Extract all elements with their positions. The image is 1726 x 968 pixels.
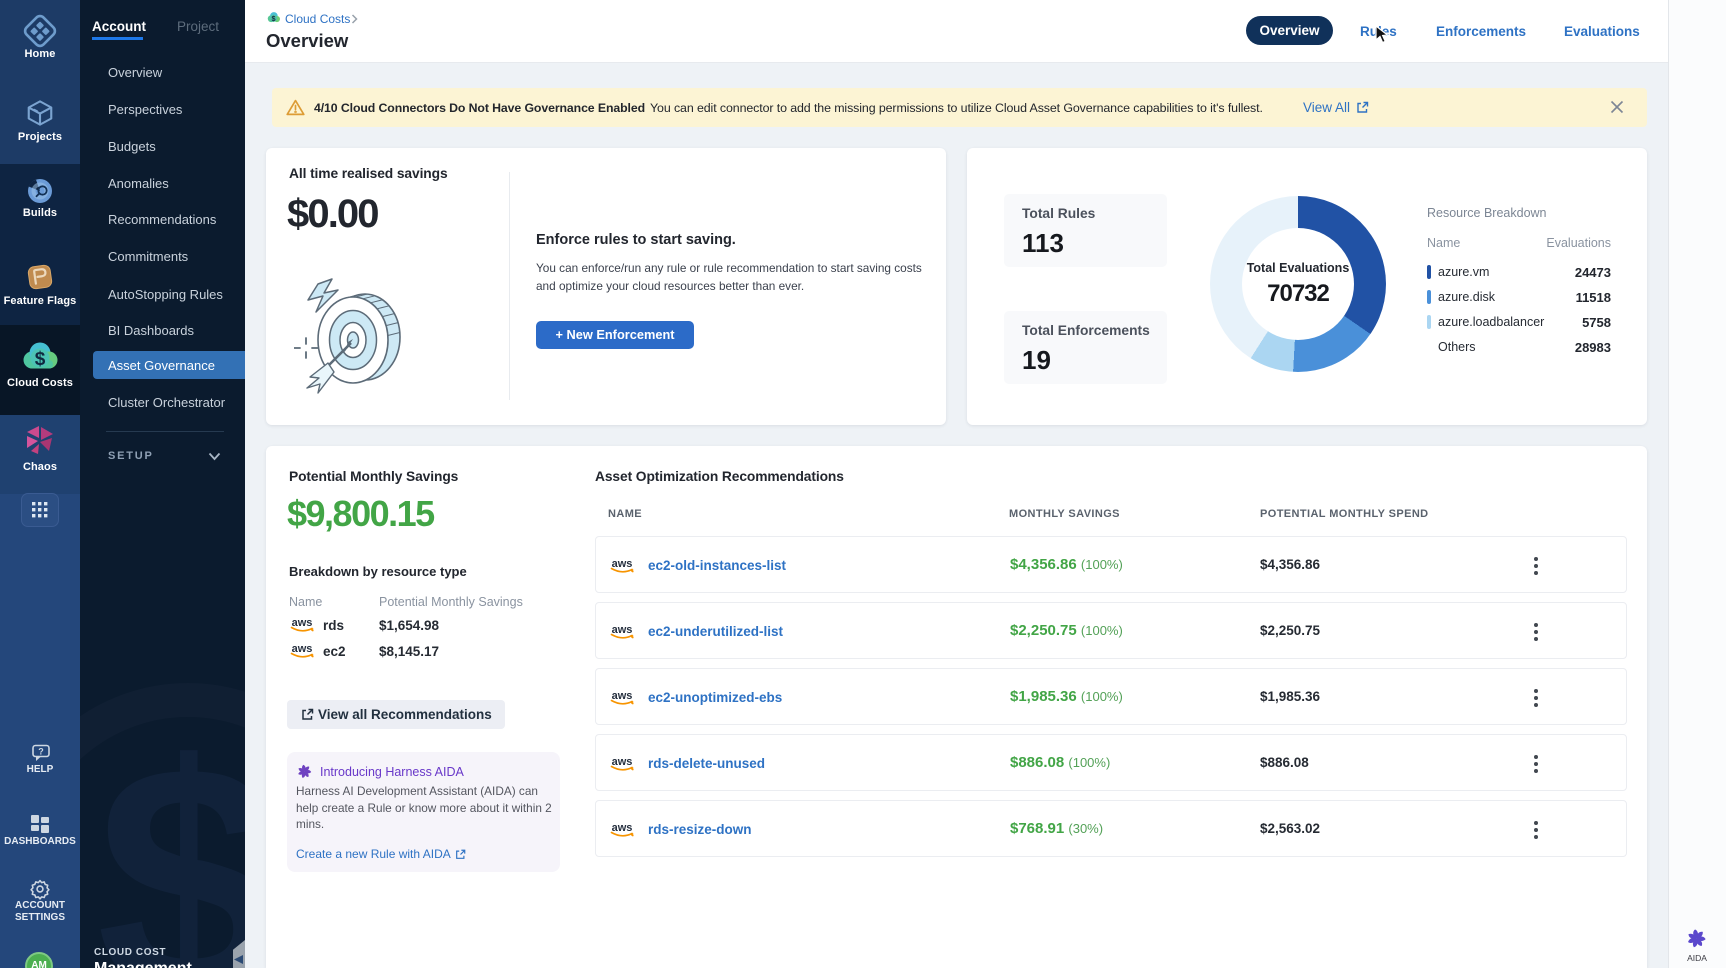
svg-text:$: $ [96, 696, 245, 968]
svg-text:$: $ [271, 14, 275, 23]
svg-text:aws: aws [612, 624, 633, 636]
svg-text:aws: aws [612, 558, 633, 570]
svg-text:aws: aws [612, 690, 633, 702]
svg-text:aws: aws [612, 756, 633, 768]
svg-text:aws: aws [292, 643, 313, 655]
svg-text:$: $ [35, 349, 46, 370]
svg-text:aws: aws [612, 822, 633, 834]
svg-text:?: ? [38, 747, 44, 757]
svg-text:aws: aws [292, 617, 313, 629]
